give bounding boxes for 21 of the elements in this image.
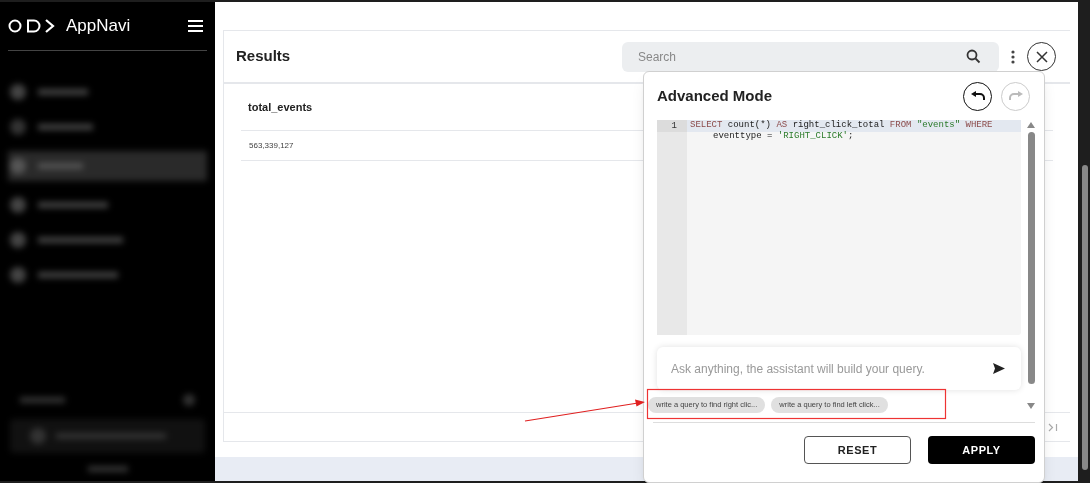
scroll-down-icon[interactable]: [1027, 403, 1035, 409]
code-editor[interactable]: 1 SELECT count(*) AS right_click_total FROM "events" WHERE eventtype = 'RIGHT_CLICK';: [657, 120, 1021, 335]
column-header[interactable]: total_events: [241, 98, 313, 116]
line-number: 1: [657, 120, 687, 132]
page-scrollbar[interactable]: [1082, 165, 1088, 470]
redo-icon: [1008, 91, 1023, 101]
results-title: Results: [236, 46, 291, 67]
brand-name: AppNavi: [66, 15, 131, 38]
send-icon[interactable]: [993, 363, 1005, 374]
table-cell-text: 563,339,127: [248, 139, 294, 152]
scroll-up-icon[interactable]: [1027, 122, 1035, 128]
reset-button[interactable]: RESET: [804, 436, 911, 464]
search-field[interactable]: Search: [622, 41, 999, 72]
apply-button[interactable]: APPLY: [928, 436, 1035, 464]
undo-icon: [970, 91, 985, 101]
close-icon: [1035, 50, 1048, 63]
panel-title: Advanced Mode: [657, 85, 773, 106]
assistant-input[interactable]: Ask anything, the assistant will build your query.: [657, 347, 1021, 390]
more-options-icon[interactable]: [1011, 49, 1015, 64]
search-icon[interactable]: [966, 48, 981, 64]
menu-icon[interactable]: [188, 20, 203, 32]
